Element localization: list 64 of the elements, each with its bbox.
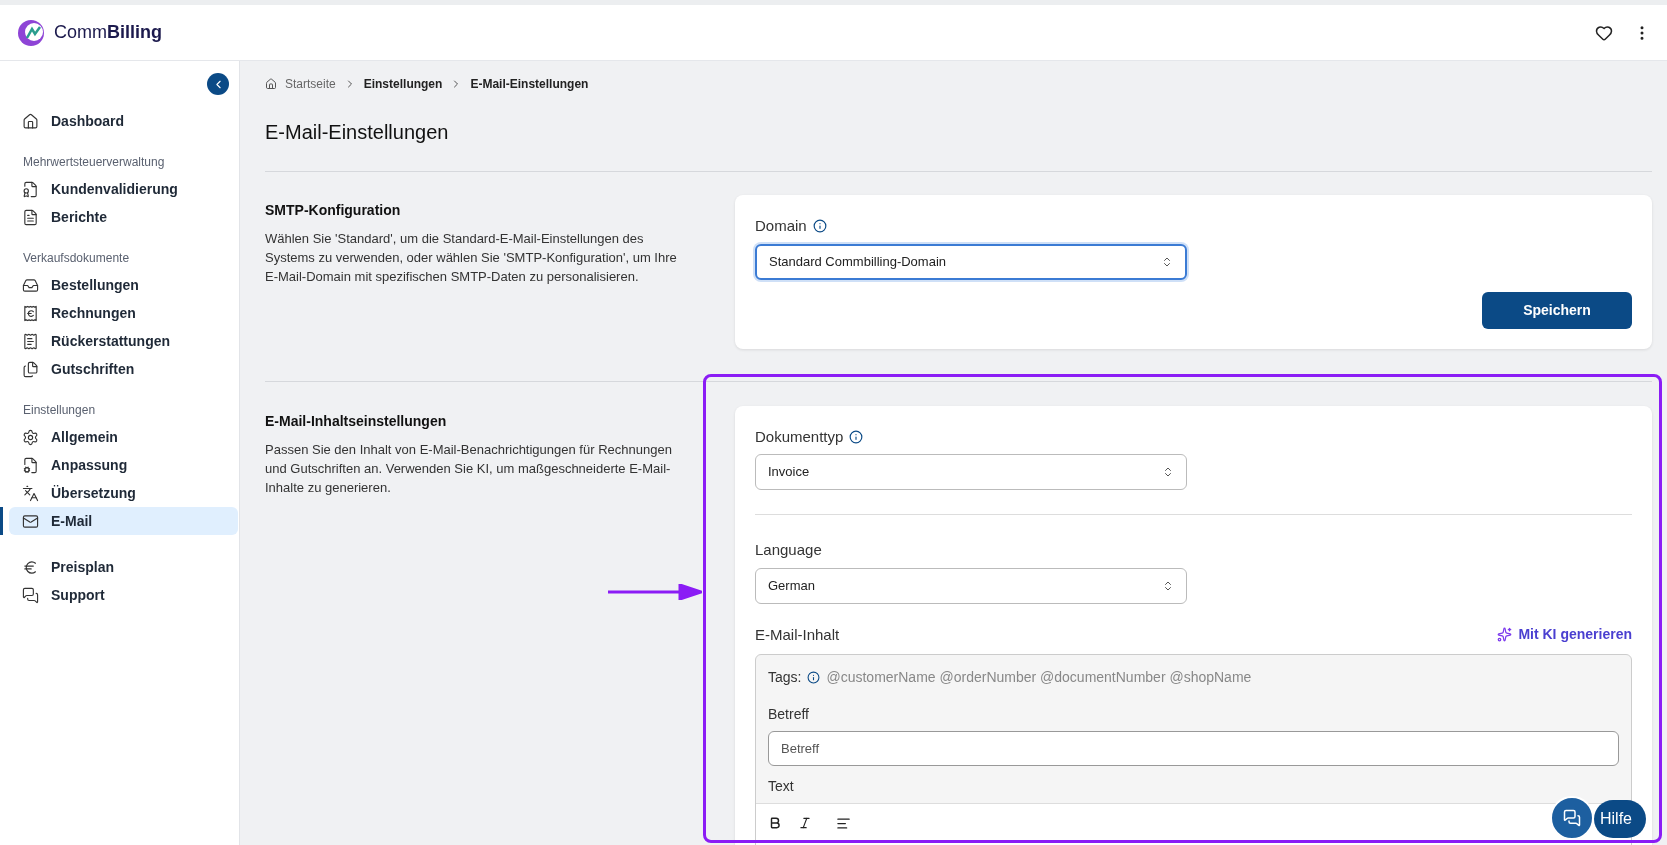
favorite-icon[interactable] (1595, 23, 1613, 42)
align-icon[interactable] (836, 815, 851, 831)
sidebar-item[interactable]: E-Mail (9, 507, 238, 535)
field-label: Text (767, 777, 795, 796)
sidebar-item[interactable]: Bestellungen (9, 271, 238, 299)
updown-icon (1162, 579, 1174, 592)
documents-icon (22, 360, 39, 378)
sidebar-item[interactable]: Gutschriften (9, 355, 238, 383)
italic-icon[interactable] (798, 816, 812, 830)
bold-icon[interactable] (768, 816, 782, 830)
breadcrumb-link[interactable]: Einstellungen (363, 75, 443, 93)
sidebar-item[interactable]: Berichte (9, 203, 238, 231)
section-description: Passen Sie den Inhalt von E-Mail-Benachrichtigungen für Rechnungen und Gutschriften an. Verwenden Sie KI, um maßgeschneiderte E-Mail-Inhalte zu generieren. (265, 440, 673, 497)
mail-icon (22, 512, 39, 530)
sidebar-item[interactable]: Rückerstattungen (9, 327, 238, 355)
sparkles-icon (1497, 627, 1513, 643)
sidebar-item[interactable]: Support (9, 581, 238, 609)
section-title: SMTP-Konfiguration (265, 201, 402, 220)
section-title: E-Mail-Inhaltseinstellungen (265, 411, 448, 431)
sidebar-item[interactable]: Rechnungen (9, 299, 238, 327)
sidebar-item[interactable]: Kundenvalidierung (9, 175, 238, 203)
domain-select[interactable]: Standard Commbilling-Domain (755, 243, 1187, 280)
tags-label: Tags: (768, 668, 802, 687)
home-icon (22, 112, 39, 130)
inbox-icon (22, 276, 39, 294)
info-icon (849, 429, 864, 444)
sidebar-section-heading: Mehrwertsteuerverwaltung (22, 154, 166, 171)
field-label: E-Mail-Inhalt (755, 624, 840, 645)
section-description: Wählen Sie 'Standard', um die Standard-E-Mail-Einstellungen des Systems zu verwenden, oder wählen Sie 'SMTP-Konfiguration', um Ihre E-Mail-Domain mit spezifischen SMTP-Daten zu personalisieren. (265, 230, 678, 286)
breadcrumb-link[interactable]: E-Mail-Einstellungen (470, 75, 589, 93)
field-label: Betreff (767, 705, 810, 724)
info-icon (812, 219, 827, 234)
field-label: Dokumenttyp (755, 426, 844, 447)
sidebar-item[interactable]: Preisplan (9, 553, 238, 581)
settings-icon (22, 428, 39, 446)
breadcrumb-link[interactable]: Startseite (285, 75, 336, 93)
save-button[interactable]: Speichern (1482, 291, 1632, 329)
language-select[interactable]: German (755, 567, 1187, 604)
updown-icon (1162, 466, 1174, 478)
sidebar-item[interactable]: Dashboard (9, 107, 238, 135)
euro-receipt-icon (22, 304, 39, 322)
tags-list: @customerName @orderNumber @documentNumber @shopName (826, 667, 1252, 688)
document-icon (22, 208, 39, 226)
document-gear-icon (22, 456, 39, 474)
chat-icon (22, 586, 39, 604)
euro-icon (22, 558, 39, 576)
updown-icon (1161, 255, 1173, 268)
sidebar-item[interactable]: Allgemein (9, 423, 238, 451)
subject-input[interactable]: Betreff (768, 731, 1619, 766)
sidebar-item[interactable]: Anpassung (9, 451, 238, 479)
logo-icon (16, 17, 46, 48)
home-icon (265, 78, 277, 90)
page-title: E-Mail-Einstellungen (265, 120, 450, 145)
field-label: Domain (755, 216, 807, 236)
info-icon (807, 671, 821, 684)
collapse-button[interactable] (207, 73, 229, 95)
sidebar-section-heading: Verkaufsdokumente (22, 250, 131, 267)
translate-icon (22, 484, 39, 502)
ai-generate-link[interactable]: Mit KI generieren (1497, 624, 1632, 646)
sidebar-section-heading: Einstellungen (22, 402, 97, 419)
field-label: Language (755, 540, 822, 560)
sidebar-item[interactable]: Übersetzung (9, 479, 238, 507)
document-type-select[interactable]: Invoice (755, 454, 1187, 490)
logo-text: CommBilling (54, 21, 162, 44)
